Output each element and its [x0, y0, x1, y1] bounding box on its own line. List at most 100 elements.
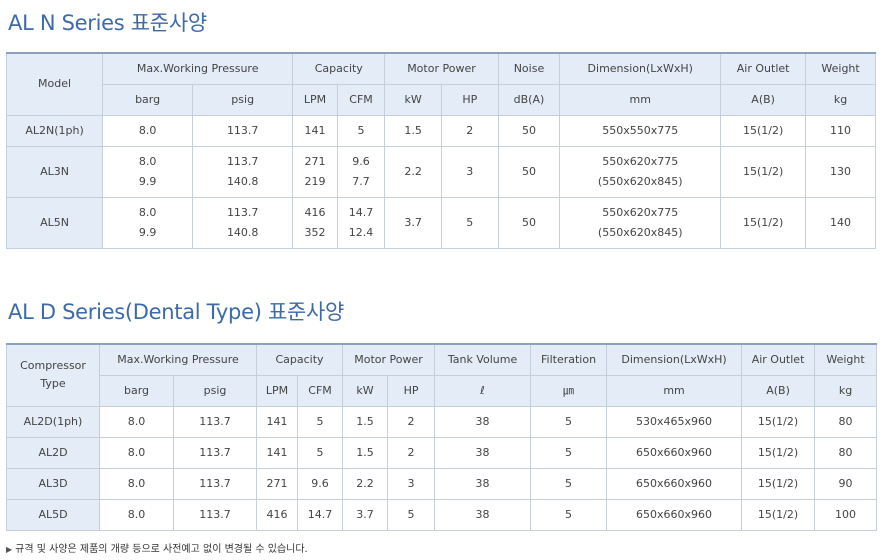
model-cell: AL2D(1ph) [6, 405, 100, 438]
table-row: AL5N 8.0 9.9 113.7 140.8 416 352 14.7 12.4 3… [5, 196, 876, 249]
hp-cell: 3 [440, 145, 499, 198]
cfm-cell: 14.7 [297, 498, 344, 531]
unit-dimension: mm [559, 83, 722, 116]
noise-cell: 50 [497, 145, 561, 198]
table-row: AL5D 8.0 113.7 416 14.7 3.7 5 38 5 650x6… [6, 498, 878, 531]
dimension-cell: 650x660x960 [606, 498, 743, 531]
hp-cell: 2 [387, 436, 436, 469]
unit-weight: kg [805, 83, 876, 116]
header-weight: Weight [814, 343, 878, 376]
tank-cell: 38 [434, 405, 532, 438]
model-cell: AL2D [6, 436, 100, 469]
outlet-cell: 15(1/2) [720, 196, 807, 249]
barg-cell: 8.0 [102, 114, 194, 147]
hp-cell: 2 [440, 114, 499, 147]
header-capacity: Capacity [292, 52, 386, 85]
filter-cell: 5 [530, 467, 608, 500]
header-filteration: Filteration [530, 343, 608, 376]
kw-cell: 1.5 [384, 114, 442, 147]
weight-cell: 80 [814, 405, 878, 438]
weight-cell: 100 [814, 498, 878, 531]
header-weight: Weight [805, 52, 876, 85]
tank-cell: 38 [434, 467, 532, 500]
table-row: AL2N(1ph) 8.0 113.7 141 5 1.5 2 50 550x5… [5, 114, 876, 147]
footnote-text: 규격 및 사양은 제품의 개량 등으로 사전예고 없이 변경될 수 있습니다. [15, 544, 308, 555]
outlet-cell: 15(1/2) [741, 467, 816, 500]
psig-cell: 113.7 [172, 405, 258, 438]
header-dimension: Dimension(LxWxH) [559, 52, 722, 85]
table-row: AL2D(1ph) 8.0 113.7 141 5 1.5 2 38 5 530… [6, 405, 878, 438]
outlet-cell: 15(1/2) [720, 114, 807, 147]
table-row: AL2D 8.0 113.7 141 5 1.5 2 38 5 650x660x… [6, 436, 878, 469]
kw-cell: 1.5 [342, 436, 389, 469]
lpm-cell: 271 219 [292, 145, 338, 198]
model-cell: AL3N [5, 145, 104, 198]
dimension-cell: 530x465x960 [606, 405, 743, 438]
dimension-cell: 550x550x775 [559, 114, 722, 147]
table-row: AL3N 8.0 9.9 113.7 140.8 271 219 9.6 7.7 2.2… [5, 145, 876, 198]
header-air-outlet: Air Outlet [741, 343, 816, 376]
lpm-cell: 271 [256, 467, 299, 500]
unit-kw: kW [384, 83, 442, 116]
barg-cell: 8.0 [99, 498, 174, 531]
cfm-cell: 14.7 12.4 [336, 196, 386, 249]
unit-outlet: A(B) [741, 374, 816, 407]
barg-cell: 8.0 [99, 405, 174, 438]
filter-cell: 5 [530, 498, 608, 531]
dimension-cell: 650x660x960 [606, 436, 743, 469]
psig-cell: 113.7 140.8 [192, 196, 294, 249]
hp-cell: 2 [387, 405, 436, 438]
header-noise: Noise [497, 52, 561, 85]
barg-cell: 8.0 9.9 [102, 145, 194, 198]
kw-cell: 2.2 [384, 145, 442, 198]
lpm-cell: 141 [256, 436, 299, 469]
model-cell: AL3D [6, 467, 100, 500]
kw-cell: 1.5 [342, 405, 389, 438]
filter-cell: 5 [530, 436, 608, 469]
noise-cell: 50 [497, 114, 561, 147]
unit-psig: psig [192, 83, 294, 116]
unit-hp: HP [387, 374, 436, 407]
outlet-cell: 15(1/2) [741, 498, 816, 531]
psig-cell: 113.7 [172, 498, 258, 531]
barg-cell: 8.0 [99, 467, 174, 500]
hp-cell: 3 [387, 467, 436, 500]
unit-noise: dB(A) [497, 83, 561, 116]
header-model: Model [5, 52, 104, 116]
model-cell: AL5D [6, 498, 100, 531]
noise-cell: 50 [497, 196, 561, 249]
unit-lpm: LPM [256, 374, 299, 407]
model-cell: AL2N(1ph) [5, 114, 104, 147]
header-pressure: Max.Working Pressure [98, 343, 258, 376]
tank-cell: 38 [434, 436, 532, 469]
psig-cell: 113.7 [192, 114, 294, 147]
unit-cfm: CFM [336, 83, 386, 116]
section-title-al-n-series: AL N Series 표준사양 [8, 11, 207, 35]
filter-cell: 5 [530, 405, 608, 438]
unit-outlet: A(B) [720, 83, 807, 116]
unit-psig: psig [172, 374, 258, 407]
barg-cell: 8.0 9.9 [102, 196, 194, 249]
cfm-cell: 9.6 [297, 467, 344, 500]
unit-lpm: LPM [292, 83, 338, 116]
cfm-cell: 5 [336, 114, 386, 147]
section-title-al-d-series: AL D Series(Dental Type) 표준사양 [8, 300, 345, 324]
cfm-cell: 5 [297, 405, 344, 438]
unit-cfm: CFM [297, 374, 344, 407]
header-motor-power: Motor Power [384, 52, 499, 85]
psig-cell: 113.7 140.8 [192, 145, 294, 198]
header-tank-volume: Tank Volume [434, 343, 532, 376]
dimension-cell: 650x660x960 [606, 467, 743, 500]
header-air-outlet: Air Outlet [720, 52, 807, 85]
unit-tank: ℓ [434, 374, 532, 407]
barg-cell: 8.0 [99, 436, 174, 469]
unit-filter: ㎛ [530, 374, 608, 407]
weight-cell: 130 [805, 145, 876, 198]
table-row: AL3D 8.0 113.7 271 9.6 2.2 3 38 5 650x66… [6, 467, 878, 500]
outlet-cell: 15(1/2) [720, 145, 807, 198]
cfm-cell: 5 [297, 436, 344, 469]
unit-kw: kW [342, 374, 389, 407]
model-cell: AL5N [5, 196, 104, 249]
triangle-bullet-icon: ▶ [6, 545, 13, 554]
lpm-cell: 141 [256, 405, 299, 438]
